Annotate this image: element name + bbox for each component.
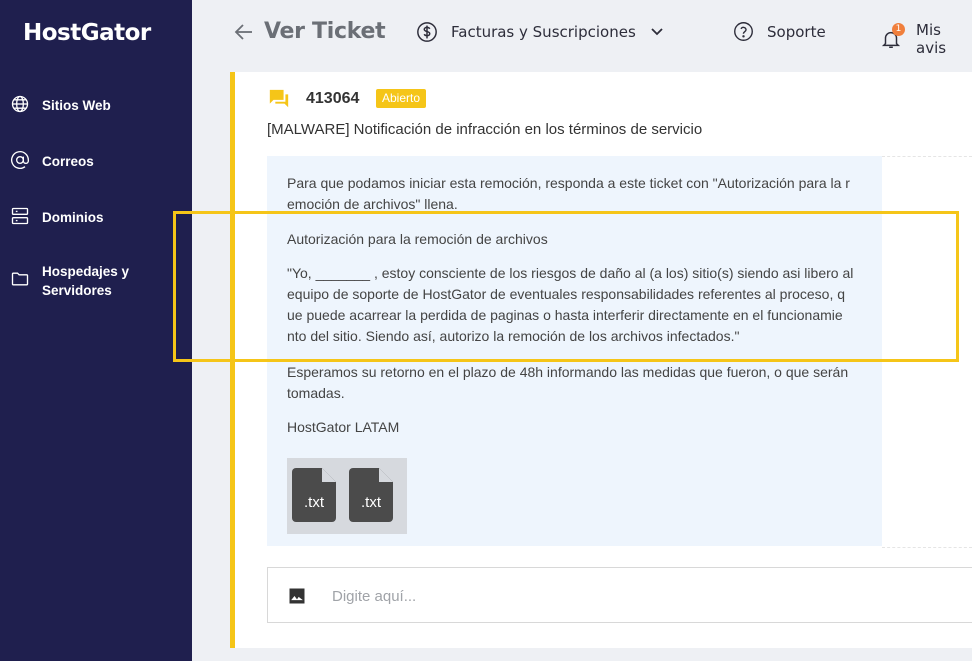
message-paragraph: HostGator LATAM (287, 419, 400, 435)
support-link[interactable]: Soporte (733, 21, 826, 42)
attachment-ext: .txt (303, 494, 324, 511)
image-icon[interactable] (287, 586, 307, 606)
dollar-circle-icon (417, 22, 437, 42)
page-title: Ver Ticket (264, 19, 386, 44)
message-paragraph: Para que podamos iniciar esta remoción, … (287, 175, 850, 212)
status-badge: Abierto (376, 89, 427, 108)
support-label: Soporte (767, 22, 826, 41)
notification-count-badge: 1 (892, 23, 905, 36)
reply-box (267, 567, 972, 623)
sidebar-item-label: Dominios (42, 210, 104, 225)
hostgator-logo[interactable]: HostGator (23, 20, 151, 46)
attachment-file[interactable]: .txt (292, 468, 336, 522)
ticket-title: [MALWARE] Notificación de infracción en … (267, 121, 703, 138)
reply-input[interactable] (330, 584, 934, 608)
message-paragraph: Autorización para la remoción de archivo… (287, 231, 548, 247)
message-bubble: Para que podamos iniciar esta remoción, … (267, 156, 882, 546)
sidebar-item-label: Hospedajes y Servidores (42, 264, 130, 298)
message-spacer (882, 156, 972, 548)
sidebar: HostGator Sitios Web Correos Dominios Ho… (0, 0, 192, 661)
attachment-ext: .txt (360, 494, 381, 511)
chat-bubbles-icon (269, 89, 289, 108)
message-paragraph: "Yo, _______ , estoy consciente de los r… (287, 265, 854, 344)
notifications-label: Mis avis (916, 21, 947, 57)
ticket-id: 413064 (306, 90, 360, 107)
back-button[interactable] (234, 20, 254, 44)
attachment-file[interactable]: .txt (349, 468, 393, 522)
at-sign-icon (11, 151, 29, 169)
globe-icon (11, 95, 29, 113)
notifications-bell: 1 (880, 23, 905, 50)
server-icon (11, 207, 29, 225)
attachments: .txt .txt (287, 458, 407, 534)
folder-icon (11, 272, 29, 286)
billing-menu[interactable]: Facturas y Suscripciones (416, 21, 664, 43)
sidebar-item-label: Sitios Web (42, 98, 111, 113)
billing-label: Facturas y Suscripciones (451, 23, 636, 41)
message-paragraph: Esperamos su retorno en el plazo de 48h … (287, 364, 849, 401)
chevron-down-icon (651, 28, 663, 36)
notifications-menu[interactable]: 1 Mis avis (880, 21, 972, 57)
help-circle-icon (734, 22, 753, 41)
sidebar-item-label: Correos (42, 154, 94, 169)
